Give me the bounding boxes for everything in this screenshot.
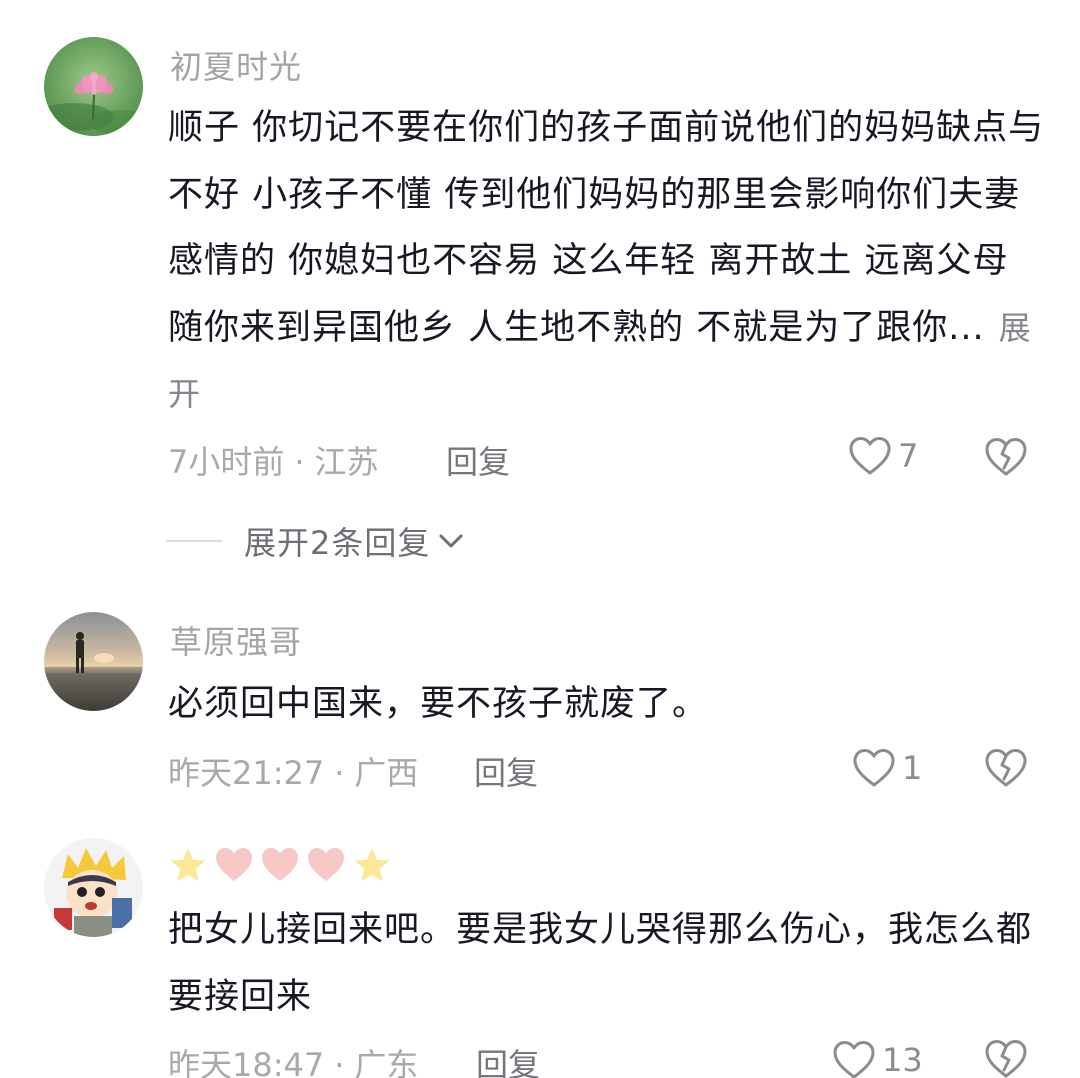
meta-separator: · [334,754,345,792]
broken-heart-icon[interactable] [984,436,1028,478]
user-avatar-lotus[interactable] [44,37,143,136]
user-avatar-sunset[interactable] [44,612,143,711]
comment-text-content: 顺子 你切记不要在你们的孩子面前说他们的妈妈缺点与不好 小孩子不懂 传到他们妈妈… [168,108,1045,348]
comment-meta: 昨天18:47 · 广东 [168,1040,418,1078]
comment-text: 必须回中国来，要不孩子就废了。 [168,684,709,724]
comment-time: 昨天21:27 [168,754,325,792]
reply-button[interactable]: 回复 [476,1040,540,1078]
pink-heart-icon [308,848,344,881]
heart-outline-icon [853,749,895,787]
star-icon [354,848,390,882]
reply-button[interactable]: 回复 [446,437,510,483]
meta-separator: · [294,443,305,481]
like-button[interactable]: 13 [832,1038,923,1078]
divider-line [166,540,222,542]
reply-button[interactable]: 回复 [474,748,538,794]
like-count: 7 [898,437,919,475]
comment-username[interactable]: 草原强哥 [170,617,302,663]
expand-replies-button[interactable]: 展开2条回复 [166,518,466,564]
meta-separator: · [334,1046,345,1078]
pink-heart-icon [262,848,298,881]
comment-list: 初夏时光 顺子 你切记不要在你们的孩子面前说他们的妈妈缺点与不好 小孩子不懂 传… [0,0,1080,1078]
like-button[interactable]: 7 [848,434,918,478]
comment-location: 广东 [354,1046,419,1078]
comment-username[interactable]: 初夏时光 [170,42,302,88]
user-avatar-cartoon[interactable] [44,838,143,937]
comment-location: 广西 [354,754,419,792]
like-count: 13 [882,1041,923,1078]
expand-replies-label: 展开2条回复 [244,524,431,562]
comment-time: 7小时前 [168,443,285,481]
chevron-down-icon [439,534,463,548]
pink-heart-icon [216,848,252,881]
comment-text: 把女儿接回来吧。要是我女儿哭得那么伤心，我怎么都要接回来 [168,910,1033,1017]
comment-location: 江苏 [314,443,379,481]
comment-meta: 7小时前 · 江苏 [168,437,379,483]
heart-outline-icon [849,437,891,475]
broken-heart-icon[interactable] [984,747,1028,789]
broken-heart-icon[interactable] [984,1038,1028,1078]
comment-meta: 昨天21:27 · 广西 [168,748,418,794]
username-emojis[interactable] [168,845,398,885]
comment-text: 顺子 你切记不要在你们的孩子面前说他们的妈妈缺点与不好 小孩子不懂 传到他们妈妈… [168,95,1048,428]
like-button[interactable]: 1 [852,746,922,790]
star-icon [170,848,206,882]
heart-outline-icon [833,1041,875,1078]
like-count: 1 [902,749,923,787]
comment-time: 昨天18:47 [168,1046,325,1078]
